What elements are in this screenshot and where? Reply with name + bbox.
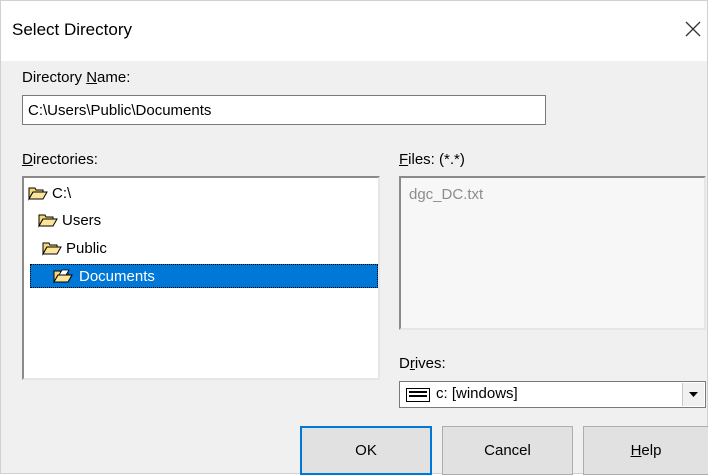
select-directory-dialog: Select Directory Directory Name: Directo… (0, 0, 708, 475)
directory-item-users[interactable]: Users (38, 208, 101, 232)
help-button[interactable]: Help (583, 426, 708, 475)
drives-label: Drives: (399, 355, 446, 372)
file-item[interactable]: dgc_DC.txt (409, 186, 483, 203)
chevron-down-icon (689, 391, 698, 397)
directory-name-label: Directory Name: (22, 69, 131, 86)
directory-name-field[interactable] (22, 95, 546, 125)
directory-item-label: Documents (79, 267, 155, 285)
drives-dropdown-button[interactable] (682, 383, 704, 406)
directory-item-documents[interactable]: Documents (30, 264, 378, 288)
open-folder-icon (28, 187, 48, 201)
dialog-title: Select Directory (12, 20, 132, 39)
open-folder-icon (38, 214, 58, 228)
directory-name-input[interactable] (23, 96, 545, 124)
files-list[interactable]: dgc_DC.txt (399, 176, 706, 330)
directory-item-root[interactable]: C:\ (28, 181, 71, 205)
directories-label: Directories: (22, 151, 98, 168)
drives-select[interactable]: c: [windows] (399, 381, 706, 408)
close-icon[interactable] (681, 17, 705, 41)
files-label: Files: (*.*) (399, 151, 465, 168)
directory-item-label: C:\ (52, 184, 72, 202)
directory-item-public[interactable]: Public (42, 236, 107, 260)
directory-item-label: Users (62, 211, 102, 229)
drive-icon (406, 388, 430, 402)
directories-list[interactable]: C:\ Users Public Documents (22, 176, 380, 380)
title-bar: Select Directory (1, 1, 707, 61)
open-folder-icon (42, 242, 62, 256)
open-folder-documents-icon (53, 269, 73, 284)
cancel-button[interactable]: Cancel (442, 426, 573, 475)
directory-item-label: Public (66, 239, 107, 257)
drives-selected-value: c: [windows] (436, 385, 518, 402)
ok-button[interactable]: OK (300, 426, 432, 475)
